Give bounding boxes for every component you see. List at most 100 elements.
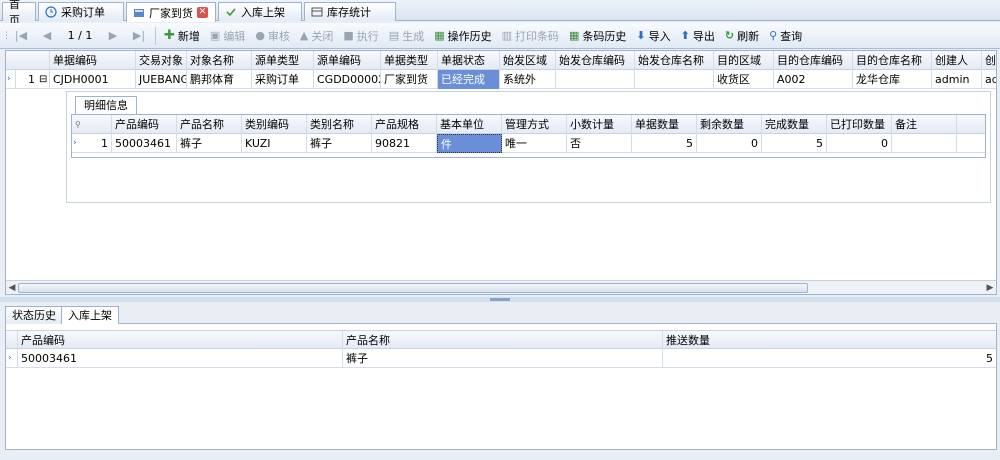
tab-putaway-detail[interactable]: 入库上架: [61, 306, 119, 324]
column-header[interactable]: 小数计量: [567, 115, 632, 134]
execute-button[interactable]: ■ 执行: [338, 25, 383, 47]
barcode-history-button[interactable]: ▦ 条码历史: [564, 25, 631, 47]
table-cell[interactable]: 90821: [372, 134, 437, 153]
table-cell[interactable]: [635, 70, 714, 89]
table-cell[interactable]: 厂家到货: [381, 70, 438, 89]
column-header[interactable]: 单据数量: [632, 115, 697, 134]
table-cell[interactable]: 5: [632, 134, 697, 153]
column-header[interactable]: 交易对象: [136, 51, 187, 70]
status-cell[interactable]: 已经完成: [438, 70, 500, 89]
table-cell[interactable]: 系统外: [500, 70, 556, 89]
splitter-grip[interactable]: [490, 298, 510, 301]
column-header[interactable]: 产品名称: [343, 331, 663, 350]
table-cell[interactable]: 0: [827, 134, 892, 153]
table-cell[interactable]: 采购订单: [252, 70, 314, 89]
filter-icon[interactable]: ⚲: [72, 115, 112, 134]
column-header[interactable]: 创: [982, 51, 996, 70]
column-header[interactable]: 始发仓库编码: [556, 51, 635, 70]
panel-splitter[interactable]: [0, 297, 1000, 302]
horizontal-scrollbar[interactable]: ◀ ▶: [6, 280, 996, 294]
table-cell[interactable]: [556, 70, 635, 89]
table-cell[interactable]: 裤子: [343, 349, 663, 368]
scroll-left-icon[interactable]: ◀: [6, 281, 18, 295]
column-header[interactable]: 推送数量: [663, 331, 996, 350]
column-header[interactable]: 已打印数量: [827, 115, 892, 134]
table-cell[interactable]: CJDH0001: [50, 70, 136, 89]
table-cell[interactable]: KUZI: [242, 134, 307, 153]
tab-putaway[interactable]: 入库上架: [218, 2, 302, 21]
import-button[interactable]: ⬇ 导入: [631, 25, 675, 47]
column-header[interactable]: 管理方式: [502, 115, 567, 134]
table-row[interactable]: › 50003461 裤子 5: [6, 349, 996, 368]
table-cell[interactable]: 50003461: [18, 349, 343, 368]
table-cell[interactable]: 否: [567, 134, 632, 153]
table-cell[interactable]: 50003461: [112, 134, 177, 153]
generate-button[interactable]: ▤ 生成: [384, 25, 429, 47]
table-cell[interactable]: 龙华仓库: [853, 70, 932, 89]
table-cell[interactable]: 0: [697, 134, 762, 153]
column-header[interactable]: 始发仓库名称: [635, 51, 714, 70]
prev-page-icon[interactable]: ◀: [34, 25, 60, 47]
table-row[interactable]: › 1 50003461 裤子 KUZI 裤子 90821 件 唯一 否 5 0…: [72, 134, 985, 153]
table-cell[interactable]: 唯一: [502, 134, 567, 153]
table-cell[interactable]: 裤子: [177, 134, 242, 153]
table-cell[interactable]: JUEBANG: [136, 70, 187, 89]
close-icon[interactable]: ✕: [197, 7, 208, 18]
history-button[interactable]: ▦ 操作历史: [429, 25, 496, 47]
column-header[interactable]: 始发区域: [500, 51, 556, 70]
last-page-icon[interactable]: ▶|: [126, 25, 152, 47]
table-cell[interactable]: 5: [663, 349, 996, 368]
tab-vendor-arrival[interactable]: 厂家到货 ✕: [126, 2, 216, 22]
query-button[interactable]: ⚲ 查询: [764, 25, 807, 47]
detail-tab[interactable]: 明细信息: [75, 96, 137, 114]
table-cell[interactable]: 收货区: [714, 70, 774, 89]
table-cell[interactable]: 裤子: [307, 134, 372, 153]
column-header[interactable]: 对象名称: [187, 51, 252, 70]
export-button[interactable]: ⬆ 导出: [676, 25, 720, 47]
tab-status-history[interactable]: 状态历史: [5, 306, 63, 324]
column-header[interactable]: 类别名称: [307, 115, 372, 134]
column-header[interactable]: 剩余数量: [697, 115, 762, 134]
column-header[interactable]: 基本单位: [437, 115, 502, 134]
tab-purchase-order[interactable]: 采购订单: [38, 2, 124, 21]
scrollbar-thumb[interactable]: [18, 283, 808, 293]
tab-inventory-stats[interactable]: 库存统计: [304, 2, 396, 21]
print-barcode-button[interactable]: ▥ 打印条码: [497, 25, 564, 47]
column-header[interactable]: 源单类型: [252, 51, 314, 70]
refresh-button[interactable]: ↻ 刷新: [720, 25, 764, 47]
tab-home[interactable]: 首页: [2, 0, 36, 27]
first-page-icon[interactable]: |◀: [8, 25, 34, 47]
column-header[interactable]: 单据状态: [438, 51, 500, 70]
column-header[interactable]: 目的仓库编码: [774, 51, 853, 70]
table-cell[interactable]: CGDD00002: [314, 70, 381, 89]
column-header[interactable]: 目的区域: [714, 51, 774, 70]
column-header[interactable]: 备注: [892, 115, 957, 134]
table-cell[interactable]: admin: [932, 70, 982, 89]
scroll-right-icon[interactable]: ▶: [984, 281, 996, 295]
expand-toggle-icon[interactable]: ⊟: [38, 70, 50, 89]
column-header[interactable]: 完成数量: [762, 115, 827, 134]
column-header[interactable]: 产品编码: [18, 331, 343, 350]
column-header[interactable]: 类别编码: [242, 115, 307, 134]
table-cell[interactable]: 件: [437, 134, 502, 153]
new-button[interactable]: ✚ 新增: [159, 25, 205, 47]
table-row[interactable]: › 1 ⊟ CJDH0001 JUEBANG 鹏邦体育 采购订单 CGDD000…: [6, 70, 996, 89]
table-cell[interactable]: 5: [762, 134, 827, 153]
table-cell[interactable]: ad: [982, 70, 996, 89]
column-header[interactable]: 产品名称: [177, 115, 242, 134]
edit-button[interactable]: ▣ 编辑: [205, 25, 250, 47]
column-header[interactable]: 目的仓库名称: [853, 51, 932, 70]
table-cell[interactable]: [892, 134, 957, 153]
column-header[interactable]: 产品规格: [372, 115, 437, 134]
edit-label: 编辑: [223, 29, 246, 43]
table-cell[interactable]: A002: [774, 70, 853, 89]
column-header[interactable]: 产品编码: [112, 115, 177, 134]
audit-button[interactable]: ● 审核: [250, 25, 295, 47]
table-cell[interactable]: 鹏邦体育: [187, 70, 252, 89]
column-header[interactable]: 单据编码: [50, 51, 136, 70]
close-button[interactable]: ▲ 关闭: [295, 25, 338, 47]
column-header[interactable]: 创建人: [932, 51, 982, 70]
column-header[interactable]: 源单编码: [314, 51, 381, 70]
column-header[interactable]: 单据类型: [381, 51, 438, 70]
next-page-icon[interactable]: ▶: [100, 25, 126, 47]
